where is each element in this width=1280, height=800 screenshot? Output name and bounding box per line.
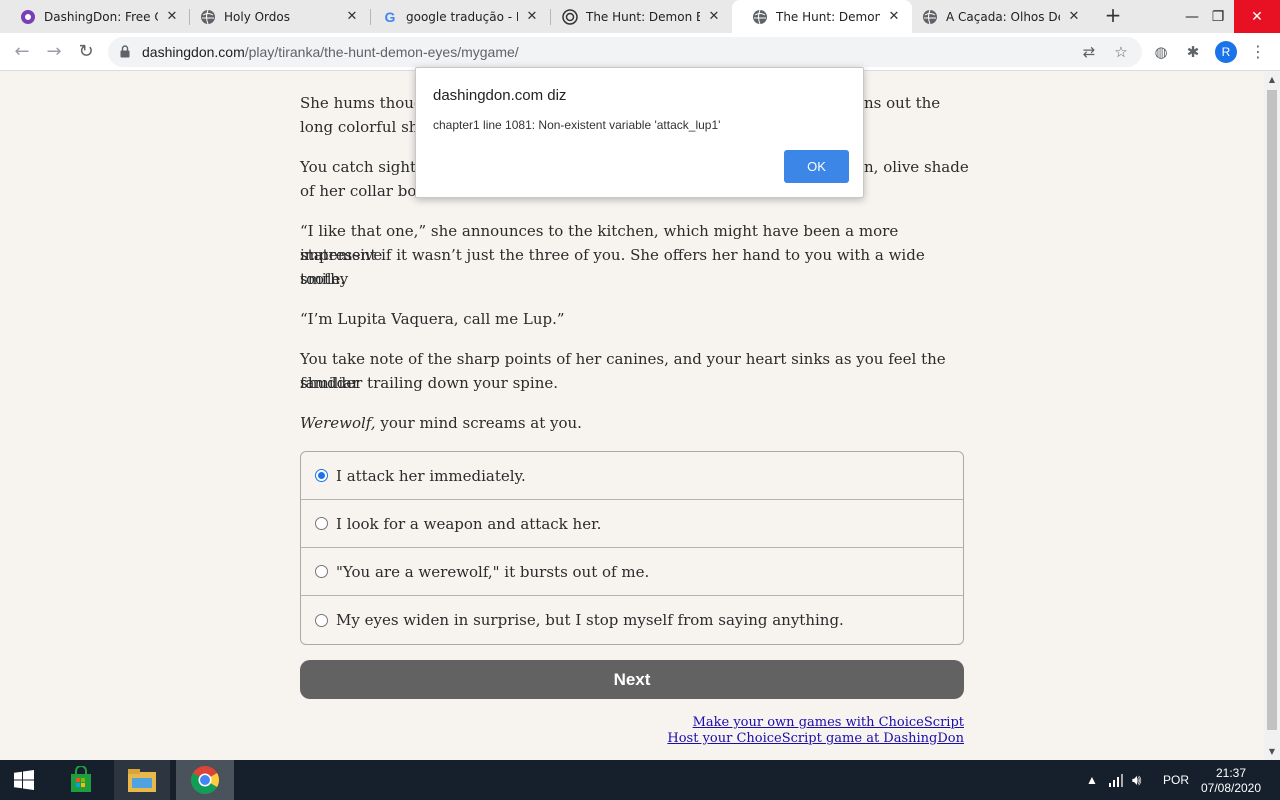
clock-date: 07/08/2020 [1200,781,1262,795]
bookmark-star-icon[interactable]: ☆ [1112,43,1130,61]
tab-title: Holy Ordos [224,9,290,24]
windows-taskbar: ▲ 🔊︎ POR 21:37 07/08/2020 [0,760,1280,800]
address-bar[interactable]: dashingdon.com/play/tiranka/the-hunt-dem… [108,37,1142,67]
close-tab-icon[interactable]: ✕ [706,9,722,24]
dialog-message: chapter1 line 1081: Non-existent variabl… [433,118,721,132]
forward-button[interactable]: → [42,40,66,64]
globe-icon [200,9,216,25]
network-icon[interactable] [1108,760,1124,800]
tab-title: google tradução - Pes [406,9,518,24]
choice-label: I look for a weapon and attack her. [336,514,602,533]
back-button[interactable]: ← [10,40,34,64]
choice-option[interactable]: My eyes widen in surprise, but I stop my… [301,596,963,644]
tab-dashingdon[interactable]: DashingDon: Free Cho ✕ [0,0,190,33]
emphasis-text: Werewolf, [300,414,376,432]
ok-button[interactable]: OK [784,150,849,183]
restore-button[interactable]: ❐ [1198,0,1238,33]
story-fragment: ns out the [864,94,941,112]
close-tab-icon[interactable]: ✕ [164,9,180,24]
tab-title: A Caçada: Olhos Dem [946,9,1060,24]
browser-toolbar: ← → ↻ dashingdon.com/play/tiranka/the-hu… [0,33,1280,71]
globe-icon [752,9,768,25]
globe-icon [922,9,938,25]
taskbar-clock[interactable]: 21:37 07/08/2020 [1196,766,1266,796]
footer-links: Make your own games with ChoiceScript Ho… [600,715,964,747]
choicescript-link[interactable]: Make your own games with ChoiceScript [600,715,964,731]
tab-title: The Hunt: Demon Eye [776,9,880,24]
clock-time: 21:37 [1215,766,1247,780]
tab-strip: DashingDon: Free Cho ✕ Holy Ordos ✕ G go… [0,0,1280,33]
tab-hunt-demon-eyes-1[interactable]: The Hunt: Demon Eye ✕ [542,0,732,33]
close-tab-icon[interactable]: ✕ [524,9,540,24]
scroll-up-arrow-icon[interactable]: ▲ [1264,72,1280,88]
close-tab-icon[interactable]: ✕ [886,9,902,24]
story-line: “I’m Lupita Vaquera, call me Lup.” [300,310,565,328]
close-tab-icon[interactable]: ✕ [1066,9,1082,24]
radio-button[interactable] [315,469,328,482]
alert-dialog: dashingdon.com diz chapter1 line 1081: N… [415,67,864,198]
scrollbar-thumb[interactable] [1267,90,1277,730]
extension-globe-icon[interactable]: ◍ [1151,42,1171,62]
translate-icon[interactable]: ⇄ [1080,43,1098,61]
close-tab-icon[interactable]: ✕ [344,9,360,24]
story-line: Werewolf, your mind screams at you. [300,411,964,435]
chrome-menu-icon[interactable]: ⋮ [1250,41,1266,63]
lock-icon [120,45,130,58]
tab-hunt-demon-eyes-active[interactable]: The Hunt: Demon Eye ✕ [732,0,912,33]
tab-google-translate[interactable]: G google tradução - Pes ✕ [362,0,550,33]
scroll-down-arrow-icon[interactable]: ▼ [1264,744,1280,760]
dashingdon-icon [20,9,36,25]
choicescript-icon [562,8,578,25]
volume-icon[interactable]: 🔊︎ [1132,760,1141,800]
choice-option[interactable]: I look for a weapon and attack her. [301,500,963,548]
url-domain: dashingdon.com [142,44,245,60]
page-scrollbar[interactable]: ▲ ▼ [1264,72,1280,760]
tab-a-cacada[interactable]: A Caçada: Olhos Dem ✕ [902,0,1092,33]
google-icon: G [384,8,396,25]
choice-label: "You are a werewolf," it bursts out of m… [336,562,650,581]
profile-avatar[interactable]: R [1215,41,1237,63]
store-icon[interactable] [58,760,104,800]
radio-button[interactable] [315,565,328,578]
language-indicator[interactable]: POR [1163,760,1189,800]
url-text: dashingdon.com/play/tiranka/the-hunt-dem… [142,44,519,60]
chrome-taskbar-icon[interactable] [176,760,234,800]
choice-label: My eyes widen in surprise, but I stop my… [336,611,844,629]
reload-button[interactable]: ↻ [74,40,98,64]
next-button[interactable]: Next [300,660,964,699]
extensions-puzzle-icon[interactable]: ✱ [1183,42,1203,62]
story-fragment: n, olive shade [864,158,969,176]
dialog-title: dashingdon.com diz [433,87,567,104]
story-text-span: your mind screams at you. [375,414,582,432]
close-window-button[interactable]: ✕ [1234,0,1280,33]
tray-chevron-icon[interactable]: ▲ [1086,760,1098,800]
story-line: shudder trailing down your spine. [300,374,559,392]
dashingdon-host-link[interactable]: Host your ChoiceScript game at DashingDo… [600,731,964,747]
file-explorer-icon[interactable] [114,760,170,800]
choice-option[interactable]: I attack her immediately. [301,452,963,500]
choice-label: I attack her immediately. [336,466,526,485]
tab-title: The Hunt: Demon Eye [586,9,700,24]
radio-button[interactable] [315,517,328,530]
windows-start-icon[interactable] [0,760,48,800]
tab-holy-ordos[interactable]: Holy Ordos ✕ [180,0,370,33]
url-path: /play/tiranka/the-hunt-demon-eyes/mygame… [244,44,519,60]
new-tab-button[interactable]: + [1102,5,1124,27]
choice-option[interactable]: "You are a werewolf," it bursts out of m… [301,548,963,596]
story-line: smile. [300,270,346,288]
choice-list: I attack her immediately. I look for a w… [300,451,964,645]
tab-title: DashingDon: Free Cho [44,9,158,24]
radio-button[interactable] [315,613,328,627]
